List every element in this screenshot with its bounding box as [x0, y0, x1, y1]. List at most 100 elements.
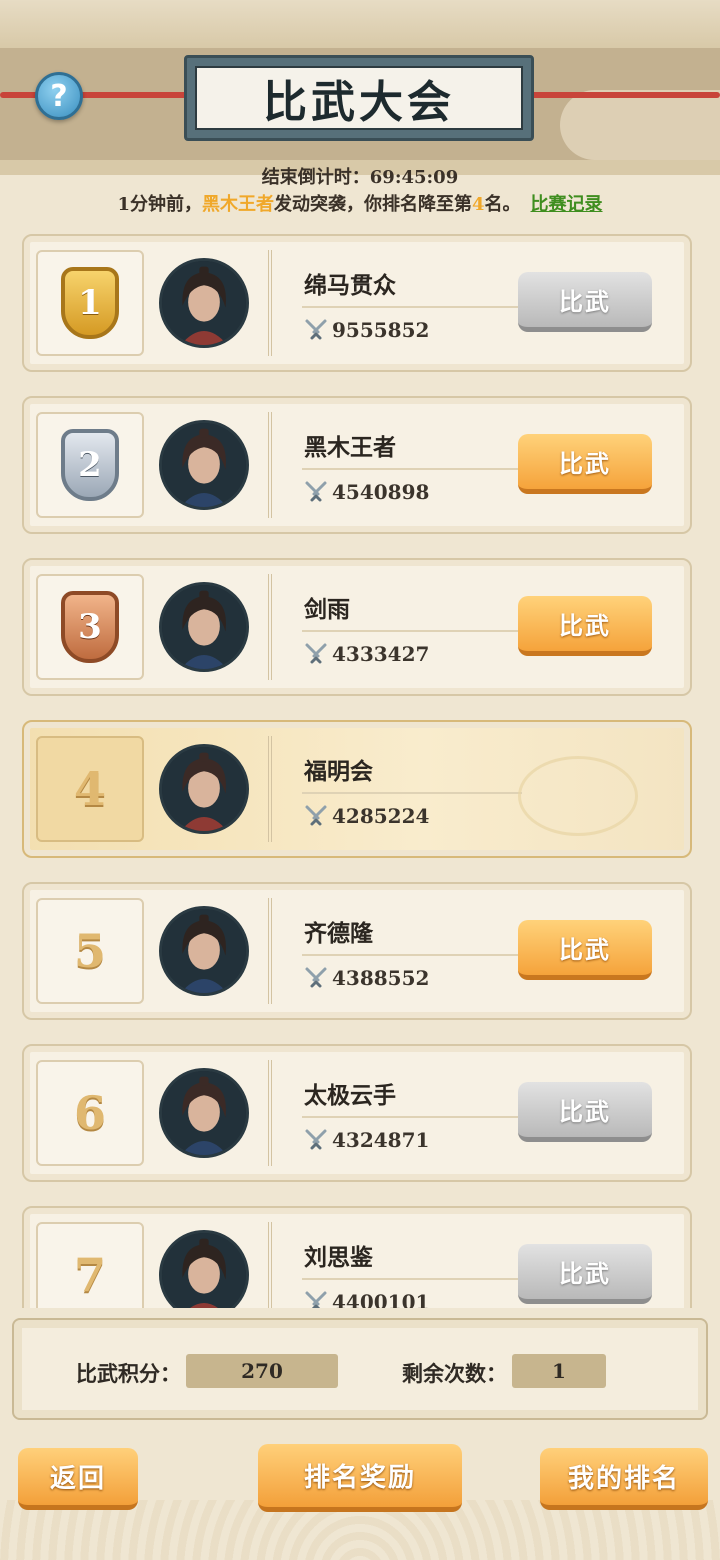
rank-medal-icon: 2 [61, 429, 119, 501]
rank-list[interactable]: 1 绵马贯众 9555852 比武 2 黑木王者 4540898 比武 3 剑雨 4333427 比武… [0, 230, 720, 1308]
avatar[interactable] [159, 420, 249, 510]
divider [302, 630, 522, 632]
rank-number: 1 [78, 283, 102, 323]
combat-power: 4540898 [304, 480, 429, 504]
rank-card: 3 剑雨 4333427 比武 [22, 558, 692, 696]
duel-button[interactable]: 比武 [518, 272, 652, 332]
rank-card-self: 4 福明会 4285224 [22, 720, 692, 858]
rank-card: 5 齐德隆 4388552 比武 [22, 882, 692, 1020]
combat-power-value: 4324871 [332, 1128, 430, 1152]
player-name: 剑雨 [304, 596, 350, 623]
rank-box: 3 [36, 574, 144, 680]
divider [302, 306, 522, 308]
rank-number: 3 [78, 607, 102, 647]
back-button[interactable]: 返回 [18, 1448, 138, 1510]
countdown: 结束倒计时：69:45:09 [0, 163, 720, 189]
score-label: 比武积分： [76, 1361, 181, 1386]
avatar[interactable] [159, 1230, 249, 1308]
player-info: 黑木王者 4540898 比武 [268, 412, 678, 518]
remaining-label: 剩余次数： [402, 1361, 507, 1386]
crossed-swords-icon [304, 480, 328, 504]
rank-rewards-button[interactable]: 排名奖励 [258, 1444, 462, 1512]
duel-button[interactable]: 比武 [518, 1244, 652, 1304]
player-name: 刘思鉴 [304, 1244, 373, 1271]
avatar[interactable] [159, 906, 249, 996]
player-info: 福明会 4285224 [268, 736, 678, 842]
crossed-swords-icon [304, 966, 328, 990]
duel-button[interactable]: 比武 [518, 596, 652, 656]
notice-prefix: 1分钟前， [117, 194, 202, 215]
rank-number: 2 [78, 445, 102, 485]
stats-panel: 比武积分： 270 剩余次数： 1 [12, 1318, 708, 1420]
question-icon: ? [50, 78, 68, 114]
duel-button[interactable]: 比武 [518, 920, 652, 980]
combat-power: 4324871 [304, 1128, 429, 1152]
rank-card: 7 刘思鉴 4400101 比武 [22, 1206, 692, 1308]
crossed-swords-icon [304, 1290, 328, 1308]
divider [302, 468, 522, 470]
rank-number: 4 [73, 762, 106, 816]
rank-notice: 1分钟前，黑木王者发动突袭，你排名降至第4名。 比赛记录 [0, 190, 720, 216]
divider [302, 1116, 522, 1118]
player-info: 齐德隆 4388552 比武 [268, 898, 678, 1004]
crossed-swords-icon [304, 1128, 328, 1152]
crossed-swords-icon [304, 318, 328, 342]
cloud-decoration [560, 90, 720, 160]
rank-box: 1 [36, 250, 144, 356]
title-plaque: 比武大会 [184, 55, 534, 141]
divider [302, 1278, 522, 1280]
rank-box: 2 [36, 412, 144, 518]
rank-medal-icon: 3 [61, 591, 119, 663]
avatar[interactable] [159, 258, 249, 348]
player-info: 绵马贯众 9555852 比武 [268, 250, 678, 356]
avatar[interactable] [159, 1068, 249, 1158]
notice-middle: 发动突袭，你排名降至第 [274, 194, 472, 215]
rank-card: 2 黑木王者 4540898 比武 [22, 396, 692, 534]
rope-decoration [0, 92, 210, 98]
player-name: 齐德隆 [304, 920, 373, 947]
player-name: 绵马贯众 [304, 272, 396, 299]
rank-box: 4 [36, 736, 144, 842]
rank-box: 7 [36, 1222, 144, 1308]
rank-number: 5 [73, 924, 106, 978]
divider [302, 954, 522, 956]
crossed-swords-icon [304, 642, 328, 666]
player-name: 福明会 [304, 758, 373, 785]
rope-decoration [512, 92, 720, 98]
rank-number: 6 [73, 1086, 106, 1140]
cloud-decoration [518, 756, 638, 836]
rank-box: 5 [36, 898, 144, 1004]
match-record-link[interactable]: 比赛记录 [531, 194, 603, 215]
score-value: 270 [186, 1354, 338, 1388]
avatar[interactable] [159, 582, 249, 672]
countdown-value: 69:45:09 [369, 167, 459, 188]
combat-power-value: 4400101 [332, 1290, 430, 1308]
help-button[interactable]: ? [35, 72, 83, 120]
my-rank-button[interactable]: 我的排名 [540, 1448, 708, 1510]
rank-number: 7 [73, 1248, 106, 1302]
divider [302, 792, 522, 794]
duel-button[interactable]: 比武 [518, 1082, 652, 1142]
rank-card: 1 绵马贯众 9555852 比武 [22, 234, 692, 372]
rank-medal-icon: 1 [61, 267, 119, 339]
player-info: 刘思鉴 4400101 比武 [268, 1222, 678, 1308]
combat-power: 4388552 [304, 966, 429, 990]
combat-power-value: 9555852 [332, 318, 430, 342]
new-rank: 4 [472, 194, 485, 215]
duel-button[interactable]: 比武 [518, 434, 652, 494]
combat-power-value: 4285224 [332, 804, 430, 828]
player-info: 剑雨 4333427 比武 [268, 574, 678, 680]
player-name: 黑木王者 [304, 434, 396, 461]
combat-power: 9555852 [304, 318, 429, 342]
avatar[interactable] [159, 744, 249, 834]
notice-suffix: 名。 [484, 194, 521, 215]
combat-power: 4333427 [304, 642, 429, 666]
combat-power: 4285224 [304, 804, 429, 828]
combat-power: 4400101 [304, 1290, 429, 1308]
remaining-value: 1 [512, 1354, 606, 1388]
attacker-name: 黑木王者 [202, 194, 274, 215]
combat-power-value: 4388552 [332, 966, 430, 990]
page-title: 比武大会 [195, 66, 523, 130]
countdown-label: 结束倒计时： [261, 167, 370, 188]
player-name: 太极云手 [304, 1082, 396, 1109]
